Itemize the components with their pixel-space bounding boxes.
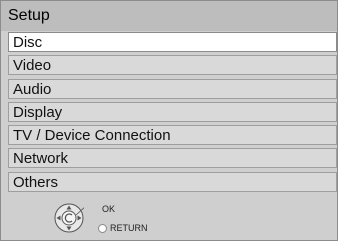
setup-menu: Disc Video Audio Display TV / Device Con… (8, 32, 337, 195)
menu-item-disc[interactable]: Disc (8, 32, 337, 52)
setup-screen: Setup Disc Video Audio Display TV / Devi… (0, 0, 338, 241)
return-hint: RETURN (98, 223, 148, 233)
dpad-icon (54, 203, 84, 233)
menu-item-video[interactable]: Video (8, 55, 337, 76)
button-guide: OK RETURN (1, 193, 337, 240)
return-label: RETURN (110, 223, 148, 233)
menu-item-others[interactable]: Others (8, 171, 337, 192)
ok-label: OK (102, 204, 116, 214)
menu-item-audio[interactable]: Audio (8, 78, 337, 99)
menu-item-network[interactable]: Network (8, 148, 337, 169)
return-button-icon (98, 223, 107, 233)
page-title: Setup (1, 1, 337, 31)
menu-item-display[interactable]: Display (8, 101, 337, 122)
menu-item-tv-device-connection[interactable]: TV / Device Connection (8, 125, 337, 146)
